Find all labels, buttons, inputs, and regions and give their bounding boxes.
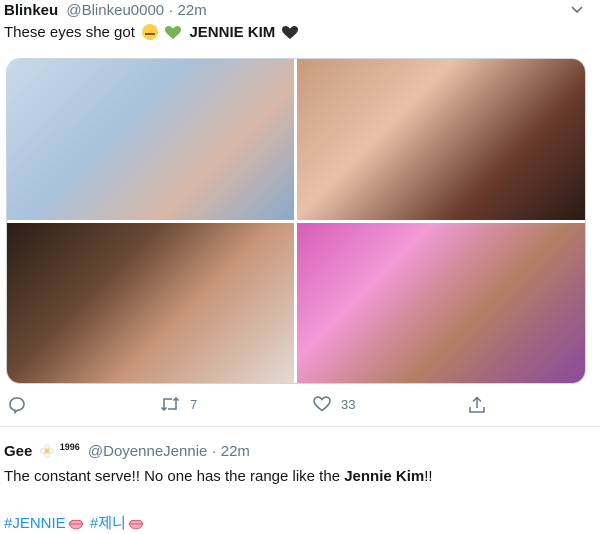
tweet-actions: 7 33 xyxy=(0,396,600,420)
reply-icon xyxy=(8,396,26,414)
tweet-blinkeu[interactable]: Blinkeu @Blinkeu0000 · 22m These eyes sh… xyxy=(0,0,600,426)
heart-icon xyxy=(313,396,331,412)
tweet-gee[interactable]: Gee 1996 @DoyenneJennie · 22m The consta… xyxy=(0,430,600,534)
user-handle[interactable]: @Blinkeu0000 xyxy=(66,2,164,19)
tweet-text-bold: Jennie Kim xyxy=(344,468,425,485)
separator-dot: · xyxy=(211,443,217,460)
daisy-flower-icon xyxy=(39,444,54,458)
chevron-down-icon[interactable] xyxy=(570,2,584,18)
retweet-icon xyxy=(160,396,180,412)
display-name[interactable]: Blinkeu xyxy=(4,2,58,19)
retweet-button[interactable]: 7 xyxy=(160,396,197,412)
timestamp[interactable]: 22m xyxy=(221,443,250,460)
lips-icon xyxy=(68,517,84,530)
tweet-header: Gee 1996 @DoyenneJennie · 22m xyxy=(4,442,250,460)
like-button[interactable]: 33 xyxy=(313,396,355,412)
tweet-text-plain: The constant serve!! No one has the rang… xyxy=(4,468,345,485)
separator-dot: · xyxy=(168,2,174,19)
grimacing-face-icon xyxy=(142,24,159,40)
photo-1[interactable] xyxy=(7,59,294,220)
share-icon xyxy=(468,396,486,414)
share-button[interactable] xyxy=(468,396,486,414)
lips-icon xyxy=(128,517,144,530)
tweet-text: The constant serve!! No one has the rang… xyxy=(4,468,433,485)
tweet-text-bold: JENNIE KIM xyxy=(189,24,276,41)
tweet-text-plain: These eyes she got xyxy=(4,24,135,41)
media-grid xyxy=(6,58,586,384)
hashtag-jennie[interactable]: #JENNIE xyxy=(4,515,66,532)
tweet-header: Blinkeu @Blinkeu0000 · 22m xyxy=(4,2,207,19)
photo-4[interactable] xyxy=(297,223,585,383)
green-heart-icon xyxy=(165,26,182,40)
like-count: 33 xyxy=(341,396,356,412)
reply-button[interactable] xyxy=(8,396,36,414)
hashtag-row: #JENNIE #제니 xyxy=(4,512,146,533)
photo-2[interactable] xyxy=(297,59,585,220)
tweet-divider xyxy=(0,426,600,427)
superscript-year: 1996 xyxy=(59,442,80,452)
tweet-text-suffix: !! xyxy=(424,468,433,485)
display-name[interactable]: Gee xyxy=(4,443,32,460)
photo-3[interactable] xyxy=(7,223,294,383)
hashtag-jennie-korean[interactable]: #제니 xyxy=(90,515,126,532)
tweet-text: These eyes she got JENNIE KIM xyxy=(4,24,299,41)
user-handle[interactable]: @DoyenneJennie xyxy=(88,443,207,460)
black-heart-icon xyxy=(282,26,299,40)
retweet-count: 7 xyxy=(190,396,198,412)
timestamp[interactable]: 22m xyxy=(178,2,207,19)
